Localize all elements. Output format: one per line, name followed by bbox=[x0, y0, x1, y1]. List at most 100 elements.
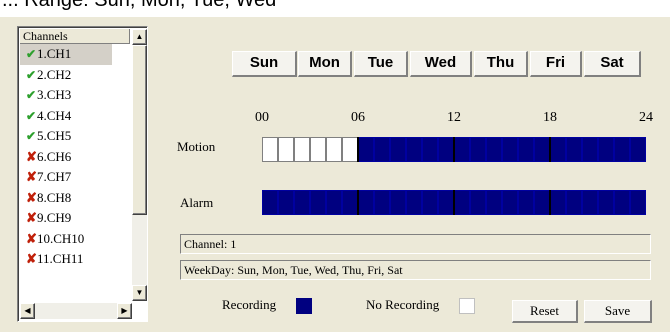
motion-slot[interactable] bbox=[470, 137, 486, 162]
alarm-slot[interactable] bbox=[614, 190, 630, 215]
alarm-slot[interactable] bbox=[566, 190, 582, 215]
alarm-slot[interactable] bbox=[582, 190, 598, 215]
channel-item[interactable]: ✘6.CH6 bbox=[20, 147, 130, 168]
alarm-slot[interactable] bbox=[278, 190, 294, 215]
horizontal-scrollbar[interactable]: ◀ ▶ bbox=[20, 303, 132, 319]
vertical-scrollbar[interactable]: ▲ ▼ bbox=[132, 29, 147, 301]
channel-list[interactable]: Channels ✔1.CH1 ✔2.CH2 ✔3.CH3 ✔4.CH4 ✔5.CH5 ✘… bbox=[17, 26, 148, 322]
motion-slot[interactable] bbox=[406, 137, 422, 162]
check-icon: ✔ bbox=[26, 108, 37, 123]
day-button-sun[interactable]: Sun bbox=[232, 51, 297, 77]
channel-item[interactable]: ✘8.CH8 bbox=[20, 188, 130, 209]
motion-slot[interactable] bbox=[502, 137, 518, 162]
recording-legend-label: Recording bbox=[222, 297, 277, 312]
alarm-slot[interactable] bbox=[518, 190, 534, 215]
channel-item[interactable]: ✘9.CH9 bbox=[20, 208, 130, 229]
motion-slot[interactable] bbox=[630, 137, 646, 162]
motion-slot[interactable] bbox=[486, 137, 502, 162]
day-button-tue[interactable]: Tue bbox=[354, 51, 408, 77]
channel-info-box: Channel: 1 bbox=[180, 234, 651, 254]
channel-item[interactable]: ✘11.CH11 bbox=[20, 249, 130, 270]
alarm-slot[interactable] bbox=[262, 190, 278, 215]
alarm-slot[interactable] bbox=[310, 190, 326, 215]
channel-item[interactable]: ✔2.CH2 bbox=[20, 65, 130, 86]
alarm-slot[interactable] bbox=[406, 190, 422, 215]
day-button-mon[interactable]: Mon bbox=[298, 51, 352, 77]
channel-item-label: 5.CH5 bbox=[37, 128, 72, 143]
channel-item[interactable]: ✘10.CH10 bbox=[20, 229, 130, 250]
channel-item-label: 11.CH11 bbox=[37, 251, 84, 266]
motion-slot[interactable] bbox=[518, 137, 534, 162]
alarm-slot[interactable] bbox=[422, 190, 438, 215]
alarm-slot[interactable] bbox=[486, 190, 502, 215]
scroll-thumb[interactable] bbox=[132, 45, 147, 215]
weekday-info-box: WeekDay: Sun, Mon, Tue, Wed, Thu, Fri, S… bbox=[180, 260, 651, 280]
motion-slot[interactable] bbox=[358, 137, 374, 162]
scroll-down-button[interactable]: ▼ bbox=[132, 285, 147, 301]
alarm-slot[interactable] bbox=[374, 190, 390, 215]
alarm-slot[interactable] bbox=[326, 190, 342, 215]
motion-slot[interactable] bbox=[534, 137, 550, 162]
alarm-slot[interactable] bbox=[390, 190, 406, 215]
triangle-down-icon: ▼ bbox=[135, 288, 144, 297]
check-icon: ✔ bbox=[26, 67, 37, 82]
cross-icon: ✘ bbox=[26, 169, 37, 184]
motion-slot[interactable] bbox=[310, 137, 326, 162]
motion-slot[interactable] bbox=[454, 137, 470, 162]
alarm-slot[interactable] bbox=[358, 190, 374, 215]
alarm-slot[interactable] bbox=[502, 190, 518, 215]
channel-item[interactable]: ✔4.CH4 bbox=[20, 106, 130, 127]
save-button[interactable]: Save bbox=[584, 300, 652, 323]
channel-item-label: 6.CH6 bbox=[37, 148, 72, 164]
alarm-slot[interactable] bbox=[294, 190, 310, 215]
triangle-right-icon: ▶ bbox=[121, 306, 128, 315]
day-button-wed[interactable]: Wed bbox=[410, 51, 472, 77]
scroll-left-button[interactable]: ◀ bbox=[20, 303, 35, 319]
motion-slot[interactable] bbox=[582, 137, 598, 162]
no-recording-legend-swatch bbox=[459, 298, 475, 314]
alarm-slot[interactable] bbox=[598, 190, 614, 215]
cross-icon: ✘ bbox=[26, 210, 37, 225]
alarm-slot[interactable] bbox=[342, 190, 358, 215]
motion-slot[interactable] bbox=[566, 137, 582, 162]
hour-label-24: 24 bbox=[639, 110, 653, 125]
schedule-panel: Channels ✔1.CH1 ✔2.CH2 ✔3.CH3 ✔4.CH4 ✔5.CH5 ✘… bbox=[0, 17, 670, 332]
alarm-slot[interactable] bbox=[630, 190, 646, 215]
channel-item-label: 10.CH10 bbox=[37, 230, 85, 246]
cross-icon: ✘ bbox=[26, 251, 37, 266]
hour-divider bbox=[357, 137, 359, 162]
day-button-sat[interactable]: Sat bbox=[584, 51, 641, 77]
motion-timeline[interactable] bbox=[262, 137, 646, 162]
channel-item[interactable]: ✔1.CH1 bbox=[20, 44, 112, 65]
motion-slot[interactable] bbox=[374, 137, 390, 162]
motion-slot[interactable] bbox=[342, 137, 358, 162]
scroll-right-button[interactable]: ▶ bbox=[117, 303, 132, 319]
alarm-slot[interactable] bbox=[438, 190, 454, 215]
reset-button[interactable]: Reset bbox=[512, 300, 578, 323]
channel-item[interactable]: ✘7.CH7 bbox=[20, 167, 130, 188]
motion-slot[interactable] bbox=[390, 137, 406, 162]
hour-divider bbox=[549, 137, 551, 162]
alarm-slot[interactable] bbox=[534, 190, 550, 215]
motion-slot[interactable] bbox=[294, 137, 310, 162]
scroll-up-button[interactable]: ▲ bbox=[132, 29, 147, 45]
channel-item-label: 3.CH3 bbox=[37, 87, 72, 102]
clipped-header-text: ... Range: Sun, Mon, Tue, Wed bbox=[0, 0, 670, 17]
motion-label: Motion bbox=[177, 139, 216, 154]
motion-slot[interactable] bbox=[422, 137, 438, 162]
alarm-slot[interactable] bbox=[454, 190, 470, 215]
day-button-fri[interactable]: Fri bbox=[530, 51, 582, 77]
motion-slot[interactable] bbox=[262, 137, 278, 162]
alarm-timeline[interactable] bbox=[262, 190, 646, 215]
motion-slot[interactable] bbox=[278, 137, 294, 162]
motion-slot[interactable] bbox=[598, 137, 614, 162]
channel-item[interactable]: ✔5.CH5 bbox=[20, 126, 130, 147]
motion-slot[interactable] bbox=[550, 137, 566, 162]
motion-slot[interactable] bbox=[326, 137, 342, 162]
motion-slot[interactable] bbox=[614, 137, 630, 162]
motion-slot[interactable] bbox=[438, 137, 454, 162]
channel-item[interactable]: ✔3.CH3 bbox=[20, 85, 130, 106]
alarm-slot[interactable] bbox=[470, 190, 486, 215]
day-button-thu[interactable]: Thu bbox=[474, 51, 528, 77]
alarm-slot[interactable] bbox=[550, 190, 566, 215]
